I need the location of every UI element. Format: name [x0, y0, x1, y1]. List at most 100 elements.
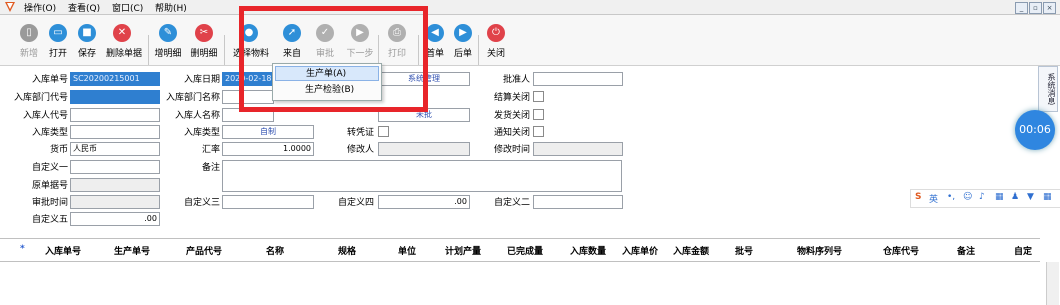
ime-mode-label[interactable]: 英 [929, 192, 938, 205]
open-folder-icon: ▭ [49, 24, 67, 42]
col-unit[interactable]: 单位 [398, 244, 416, 257]
ime-toolbar[interactable]: S 英 •, ☺ ♪ ▦ ♟ ▼ ▦ [910, 189, 1060, 208]
col-in-no[interactable]: 入库单号 [45, 244, 81, 257]
remark-field[interactable] [222, 160, 622, 192]
in-no-field[interactable]: SC20200215001 [70, 72, 160, 86]
custom2-label: 自定义二 [493, 198, 530, 208]
minimize-button[interactable]: _ [1015, 2, 1028, 14]
orig-no-field[interactable] [70, 178, 160, 192]
custom2-field[interactable] [533, 195, 623, 209]
remove-detail-icon: ✂ [195, 24, 213, 42]
transfer-label: 转凭证 [346, 128, 374, 138]
toolbar-divider [478, 35, 479, 65]
col-in-amount[interactable]: 入库金额 [673, 244, 709, 257]
col-remark[interactable]: 备注 [957, 244, 975, 257]
modify-time-label: 修改时间 [493, 145, 530, 155]
settle-close-checkbox[interactable] [533, 91, 544, 102]
remove-detail-button[interactable]: ✂ 删明细 [188, 24, 220, 62]
currency-field[interactable]: 人民币 [70, 142, 160, 156]
emoji-icon[interactable]: ☺ [963, 192, 972, 202]
in-type-field[interactable] [70, 125, 160, 139]
dept-name-label: 入库部门名称 [165, 93, 220, 103]
rate-field[interactable]: 1.0000 [222, 142, 314, 156]
detail-grid-header: * 入库单号 生产单号 产品代号 名称 规格 单位 计划产量 已完成量 入库数量… [0, 238, 1040, 262]
col-warehouse-code[interactable]: 仓库代号 [883, 244, 919, 257]
person-name-label: 入库人名称 [174, 111, 220, 121]
next-record-button[interactable]: ▶ 后单 [447, 24, 479, 62]
vertical-scrollbar[interactable] [1046, 262, 1059, 305]
toolbar: ▯ 新增 ▭ 打开 ■ 保存 ✕ 删除单据 ✎ 增明细 ✂ 删明细 ● 选择物料 ➚ 来自 ✓ 审… [0, 15, 1060, 66]
system-message-tab[interactable]: 系统消息 [1038, 66, 1058, 112]
next-record-icon: ▶ [454, 24, 472, 42]
custom1-field[interactable] [70, 160, 160, 174]
custom4-field[interactable]: .00 [378, 195, 470, 209]
transfer-checkbox[interactable] [378, 126, 389, 137]
new-doc-icon: ▯ [20, 24, 38, 42]
in-no-label: 入库单号 [31, 75, 68, 85]
approve-time-label: 审批时间 [31, 198, 68, 208]
recording-timer[interactable]: 00:06 [1015, 110, 1055, 150]
keyboard-icon[interactable]: ▦ [995, 192, 1004, 202]
menu-window[interactable]: 窗口(C) [112, 1, 143, 14]
person-code-label: 入库人代号 [22, 111, 68, 121]
in-type2-label: 入库类型 [183, 128, 220, 138]
approve-time-field[interactable] [70, 195, 160, 209]
col-completed-qty[interactable]: 已完成量 [507, 244, 543, 257]
in-type2-field[interactable]: 自制 [222, 125, 314, 139]
menu-operate[interactable]: 操作(O) [24, 1, 56, 14]
approver-field[interactable] [533, 72, 623, 86]
in-type-label: 入库类型 [31, 128, 68, 138]
notify-close-checkbox[interactable] [533, 126, 544, 137]
add-detail-icon: ✎ [159, 24, 177, 42]
col-custom[interactable]: 自定 [1014, 244, 1032, 257]
dept-code-label: 入库部门代号 [13, 93, 68, 103]
close-icon: ⏻ [487, 24, 505, 42]
notify-close-label: 通知关闭 [493, 128, 530, 138]
col-name[interactable]: 名称 [266, 244, 284, 257]
microphone-icon[interactable]: ♪ [979, 192, 985, 202]
custom5-label: 自定义五 [31, 215, 68, 225]
modifier-field[interactable] [378, 142, 470, 156]
col-serial-no[interactable]: 物料序列号 [797, 244, 842, 257]
grid-row-marker: * [20, 244, 25, 254]
save-button[interactable]: ■ 保存 [71, 24, 103, 62]
custom3-label: 自定义三 [183, 198, 220, 208]
menu-grid-icon[interactable]: ▦ [1043, 192, 1052, 202]
approver-label: 批准人 [502, 75, 530, 85]
save-icon: ■ [78, 24, 96, 42]
col-product-code[interactable]: 产品代号 [186, 244, 222, 257]
add-detail-button[interactable]: ✎ 增明细 [152, 24, 184, 62]
menu-help[interactable]: 帮助(H) [155, 1, 187, 14]
modify-time-field[interactable] [533, 142, 623, 156]
menu-view[interactable]: 查看(Q) [68, 1, 100, 14]
col-in-price[interactable]: 入库单价 [622, 244, 658, 257]
rate-label: 汇率 [201, 145, 220, 155]
dept-code-field[interactable] [70, 90, 160, 104]
currency-label: 货币 [49, 145, 68, 155]
custom4-label: 自定义四 [337, 198, 374, 208]
col-production-no[interactable]: 生产单号 [114, 244, 150, 257]
person-icon[interactable]: ♟ [1011, 192, 1019, 202]
skin-icon[interactable]: ▼ [1027, 192, 1034, 202]
delete-doc-button[interactable]: ✕ 删除单据 [106, 24, 142, 62]
ship-close-checkbox[interactable] [533, 109, 544, 120]
close-button[interactable]: ⏻ 关闭 [480, 24, 512, 62]
col-batch-no[interactable]: 批号 [735, 244, 753, 257]
new-button[interactable]: ▯ 新增 [13, 24, 45, 62]
open-button[interactable]: ▭ 打开 [42, 24, 74, 62]
custom5-field[interactable]: .00 [70, 212, 160, 226]
orig-no-label: 原单据号 [31, 181, 68, 191]
person-code-field[interactable] [70, 108, 160, 122]
col-spec[interactable]: 规格 [338, 244, 356, 257]
window-close-button[interactable]: × [1043, 2, 1056, 14]
highlight-box [239, 6, 428, 112]
sogou-logo-icon: S [915, 192, 922, 202]
custom3-field[interactable] [222, 195, 314, 209]
restore-button[interactable]: ▫ [1029, 2, 1042, 14]
settle-close-label: 结算关闭 [493, 93, 530, 103]
menu-bar: 操作(O) 查看(Q) 窗口(C) 帮助(H) _ ▫ × [0, 0, 1060, 15]
first-record-icon: ◀ [426, 24, 444, 42]
punctuation-icon[interactable]: •, [947, 192, 955, 202]
col-in-qty[interactable]: 入库数量 [570, 244, 606, 257]
col-planned-qty[interactable]: 计划产量 [445, 244, 481, 257]
